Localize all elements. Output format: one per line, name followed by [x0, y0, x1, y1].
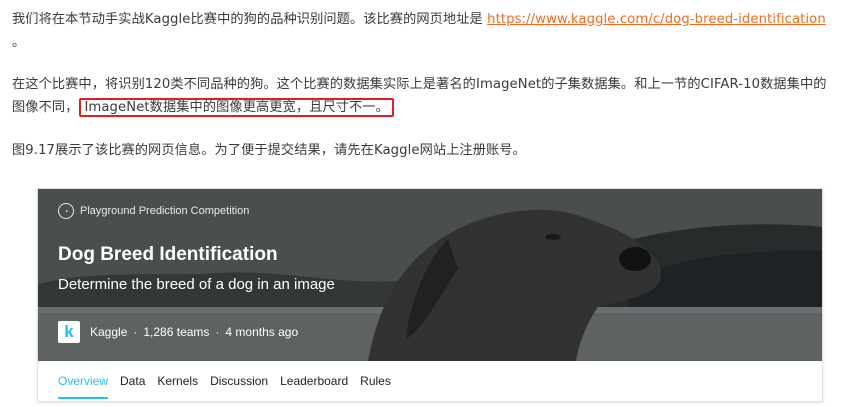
tab-rules[interactable]: Rules	[360, 361, 391, 401]
meta-separator: ·	[133, 325, 138, 339]
tab-leaderboard[interactable]: Leaderboard	[280, 361, 348, 401]
competition-type-label: Playground Prediction Competition	[80, 205, 250, 217]
host-name[interactable]: Kaggle	[90, 325, 127, 339]
tab-data[interactable]: Data	[120, 361, 145, 401]
tab-discussion[interactable]: Discussion	[210, 361, 268, 401]
competition-tabs: Overview Data Kernels Discussion Leaderb…	[38, 361, 822, 401]
team-count: 1,286 teams	[143, 325, 210, 339]
competition-meta: k Kaggle · 1,286 teams · 4 months ago	[58, 321, 298, 343]
kaggle-logo-icon: k	[58, 321, 80, 343]
competition-age: 4 months ago	[225, 325, 299, 339]
tab-kernels[interactable]: Kernels	[157, 361, 198, 401]
figure-paragraph: 图9.17展示了该比赛的网页信息。为了便于提交结果，请先在Kaggle网站上注册…	[12, 143, 526, 158]
page: 我们将在本节动手实战Kaggle比赛中的狗的品种识别问题。该比赛的网页地址是 h…	[0, 0, 841, 407]
intro-paragraph: 我们将在本节动手实战Kaggle比赛中的狗的品种识别问题。该比赛的网页地址是 h…	[12, 8, 831, 54]
dataset-paragraph: 在这个比赛中，将识别120类不同品种的狗。这个比赛的数据集实际上是著名的Imag…	[12, 73, 831, 119]
intro-text: 我们将在本节动手实战Kaggle比赛中的狗的品种识别问题。该比赛的网页地址是	[12, 12, 488, 27]
tab-overview[interactable]: Overview	[58, 361, 109, 401]
meta-separator: ·	[215, 325, 220, 339]
kaggle-competition-card: ◔ Playground Prediction Competition Dog …	[37, 188, 823, 402]
intro-end: 。	[12, 35, 26, 50]
competition-link[interactable]: https://www.kaggle.com/c/dog-breed-ident…	[487, 12, 826, 27]
highlighted-sentence: ImageNet数据集中的图像更高更宽，且尺寸不一。	[79, 98, 394, 117]
playground-icon: ◔	[58, 203, 74, 219]
competition-title: Dog Breed Identification	[58, 244, 278, 265]
competition-subtitle: Determine the breed of a dog in an image	[58, 276, 335, 293]
competition-banner: ◔ Playground Prediction Competition Dog …	[38, 189, 822, 361]
competition-type: ◔ Playground Prediction Competition	[58, 203, 249, 219]
